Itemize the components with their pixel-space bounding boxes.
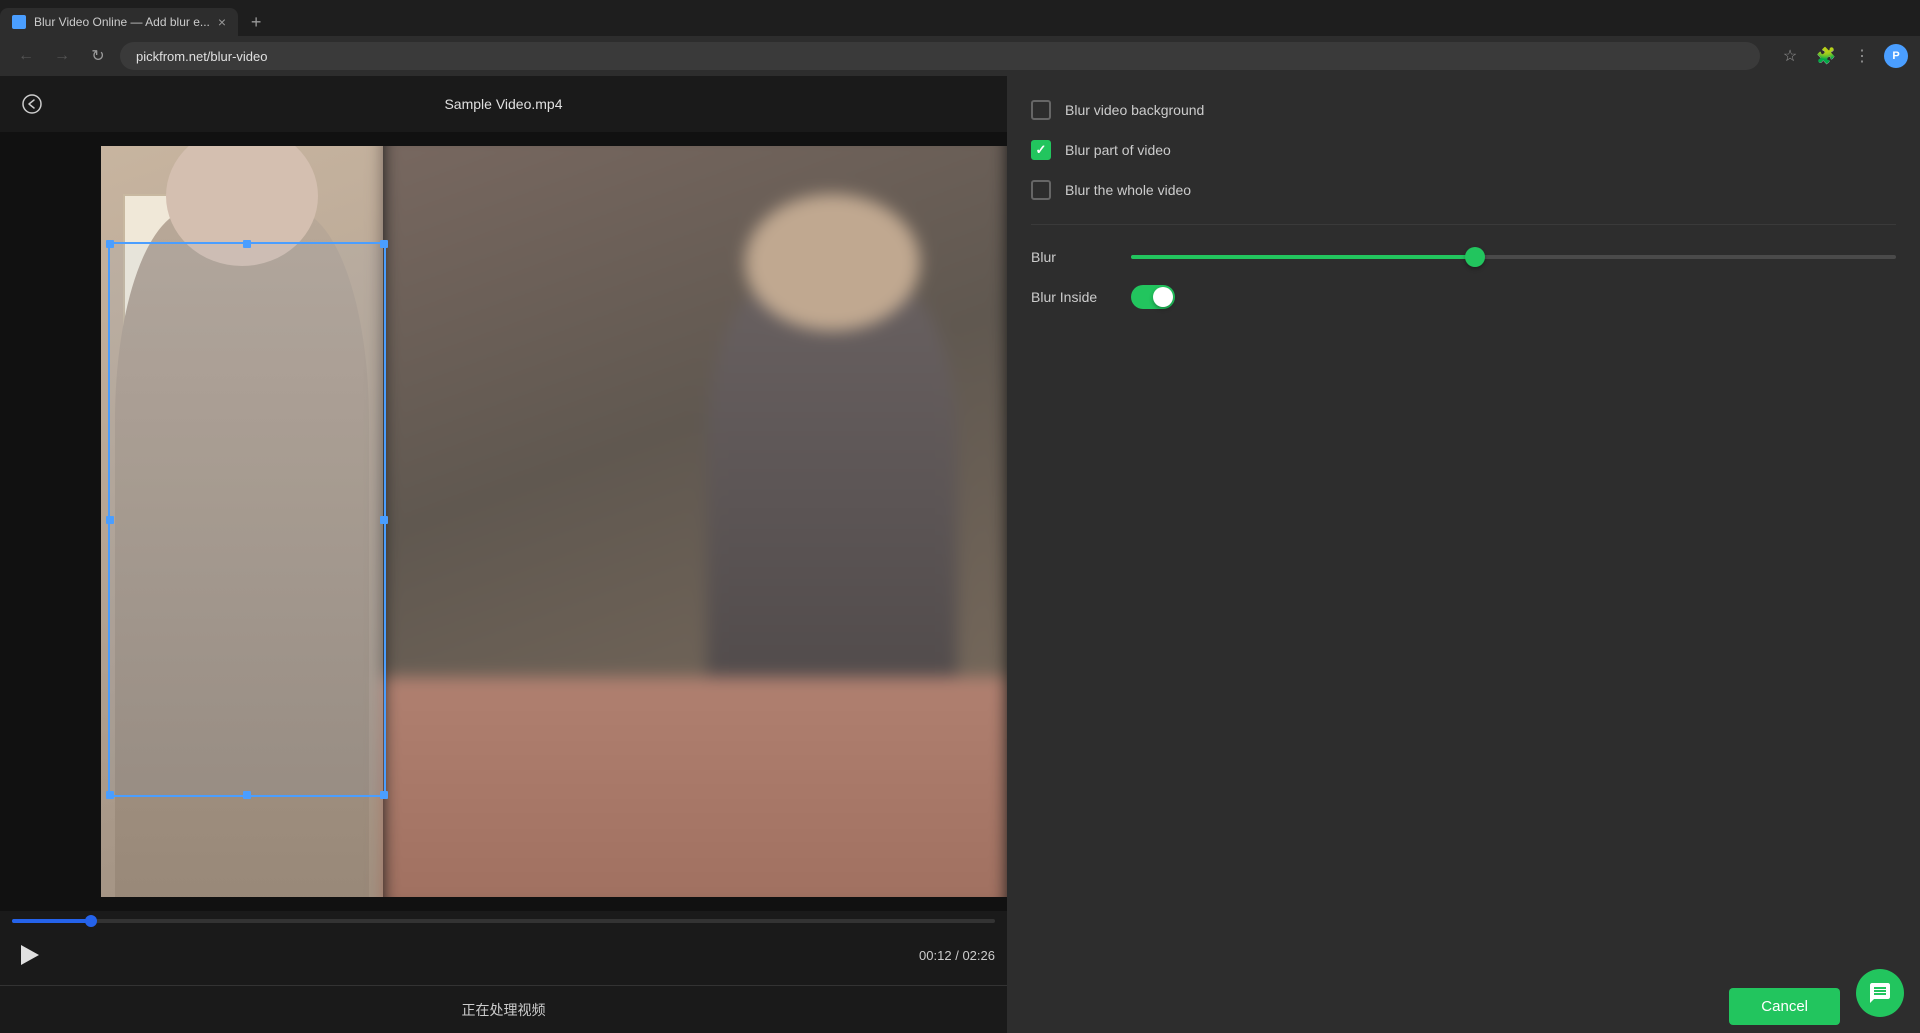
tab-favicon bbox=[12, 15, 26, 29]
blur-background-label: Blur video background bbox=[1065, 102, 1204, 118]
processing-text: 正在处理视频 bbox=[462, 1000, 546, 1020]
play-button[interactable] bbox=[12, 937, 48, 973]
blur-slider-track[interactable] bbox=[1131, 255, 1896, 259]
blur-whole-label: Blur the whole video bbox=[1065, 182, 1191, 198]
checkmark-icon: ✓ bbox=[1036, 142, 1047, 158]
divider bbox=[1031, 224, 1896, 225]
browser-chrome: Blur Video Online — Add blur e... × + ← … bbox=[0, 0, 1920, 76]
browser-icons: ☆ 🧩 ⋮ P bbox=[1776, 42, 1908, 70]
tab-title: Blur Video Online — Add blur e... bbox=[34, 15, 210, 29]
controls-row: 00:12 / 02:26 bbox=[12, 931, 995, 985]
tab-close-button[interactable]: × bbox=[218, 14, 226, 30]
blur-slider-label: Blur bbox=[1031, 249, 1111, 265]
blur-part-label: Blur part of video bbox=[1065, 142, 1171, 158]
tab-bar: Blur Video Online — Add blur e... × + bbox=[0, 0, 1920, 36]
video-section: Sample Video.mp4 bbox=[0, 76, 1007, 1033]
play-icon bbox=[21, 945, 39, 965]
video-container bbox=[0, 132, 1007, 911]
extensions-icon[interactable]: 🧩 bbox=[1812, 42, 1840, 70]
blur-slider-thumb[interactable] bbox=[1465, 247, 1485, 267]
address-input[interactable] bbox=[120, 42, 1760, 70]
time-display: 00:12 / 02:26 bbox=[919, 948, 995, 963]
back-button[interactable]: ← bbox=[12, 42, 40, 70]
app-body: Sample Video.mp4 bbox=[0, 76, 1920, 1033]
menu-icon[interactable]: ⋮ bbox=[1848, 42, 1876, 70]
resize-handle-tr[interactable] bbox=[380, 240, 388, 248]
back-button[interactable] bbox=[16, 88, 48, 120]
blur-inside-row: Blur Inside bbox=[1031, 285, 1896, 309]
profile-avatar[interactable]: P bbox=[1884, 44, 1908, 68]
blur-part-option: ✓ Blur part of video bbox=[1031, 140, 1896, 160]
progress-fill bbox=[12, 919, 91, 923]
time-total: 02:26 bbox=[962, 948, 995, 963]
progress-thumb[interactable] bbox=[85, 915, 97, 927]
blur-inside-toggle[interactable] bbox=[1131, 285, 1175, 309]
blur-slider-fill bbox=[1131, 255, 1475, 259]
forward-button[interactable]: → bbox=[48, 42, 76, 70]
cancel-button[interactable]: Cancel bbox=[1729, 988, 1840, 1025]
blur-whole-option: Blur the whole video bbox=[1031, 180, 1896, 200]
blur-part-checkbox[interactable]: ✓ bbox=[1031, 140, 1051, 160]
time-current: 00:12 bbox=[919, 948, 952, 963]
video-controls: 00:12 / 02:26 bbox=[0, 911, 1007, 985]
toggle-knob bbox=[1153, 287, 1173, 307]
video-title: Sample Video.mp4 bbox=[444, 96, 562, 112]
selection-box[interactable] bbox=[108, 242, 386, 797]
address-bar-row: ← → ↻ ☆ 🧩 ⋮ P bbox=[0, 36, 1920, 76]
resize-handle-bl[interactable] bbox=[106, 791, 114, 799]
resize-handle-tl[interactable] bbox=[106, 240, 114, 248]
reload-button[interactable]: ↻ bbox=[84, 42, 112, 70]
active-tab[interactable]: Blur Video Online — Add blur e... × bbox=[0, 8, 238, 36]
status-bar: 正在处理视频 bbox=[0, 985, 1007, 1033]
blur-slider-row: Blur bbox=[1031, 249, 1896, 265]
resize-handle-br[interactable] bbox=[380, 791, 388, 799]
resize-handle-mr[interactable] bbox=[380, 516, 388, 524]
resize-handle-bm[interactable] bbox=[243, 791, 251, 799]
resize-handle-tm[interactable] bbox=[243, 240, 251, 248]
video-header: Sample Video.mp4 bbox=[0, 76, 1007, 132]
blur-background-checkbox[interactable] bbox=[1031, 100, 1051, 120]
bookmark-icon[interactable]: ☆ bbox=[1776, 42, 1804, 70]
new-tab-button[interactable]: + bbox=[242, 8, 270, 36]
blur-inside-label: Blur Inside bbox=[1031, 289, 1111, 305]
progress-bar[interactable] bbox=[12, 919, 995, 923]
chat-button[interactable] bbox=[1856, 969, 1904, 1017]
blur-background-option: Blur video background bbox=[1031, 100, 1896, 120]
blur-whole-checkbox[interactable] bbox=[1031, 180, 1051, 200]
resize-handle-ml[interactable] bbox=[106, 516, 114, 524]
right-panel: Blur video background ✓ Blur part of vid… bbox=[1007, 76, 1920, 1033]
